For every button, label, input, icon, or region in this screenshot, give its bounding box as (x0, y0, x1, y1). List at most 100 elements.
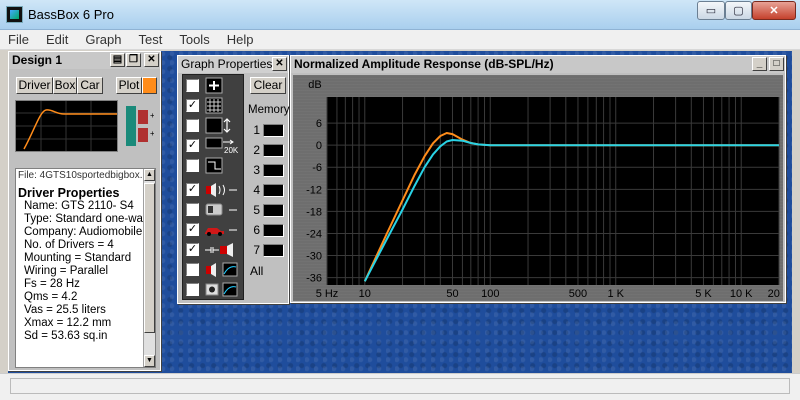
memory-slot-3[interactable] (263, 164, 284, 177)
y-tick-label: 6 (316, 118, 322, 130)
graph-options-panel: ✓ ✓ 20K ✓ ✓ ✓ (182, 74, 244, 300)
menu-graph[interactable]: Graph (85, 32, 121, 47)
minimize-button[interactable]: ▭ (697, 1, 725, 20)
minimize-icon[interactable]: _ (752, 57, 767, 71)
menu-file[interactable]: File (8, 32, 29, 47)
speaker-free-air-icon (206, 183, 237, 197)
menu-edit[interactable]: Edit (46, 32, 68, 47)
clear-button[interactable]: Clear (250, 77, 286, 94)
x-tick-label: 20 K (768, 288, 783, 300)
memory-slot-number: 4 (253, 183, 260, 197)
plot-color-swatch[interactable] (142, 77, 157, 94)
car-icon (205, 228, 237, 236)
maximize-button[interactable]: ▢ (725, 1, 752, 20)
close-icon[interactable]: ✕ (272, 57, 287, 71)
option-checkbox[interactable]: ✓ (186, 99, 199, 112)
menu-tools[interactable]: Tools (179, 32, 209, 47)
memory-slot-number: 6 (253, 223, 260, 237)
vertical-scale-icon (205, 117, 231, 134)
speaker-box-icon (205, 203, 237, 216)
option-checkbox[interactable]: ✓ (186, 139, 199, 152)
plot-button[interactable]: Plot (116, 77, 142, 94)
memory-slot-number: 7 (253, 243, 260, 257)
save-icon[interactable]: ▤ (110, 53, 125, 67)
plot-background (327, 97, 779, 285)
svg-text:+: + (150, 111, 154, 120)
props-line: No. of Drivers = 4 (24, 239, 114, 251)
y-tick-label: -12 (306, 184, 322, 196)
memory-slot-7[interactable] (263, 244, 284, 257)
close-icon[interactable]: ✕ (144, 53, 159, 67)
copy-icon[interactable]: ❐ (126, 53, 141, 67)
x-tick-label: 500 (569, 288, 587, 300)
car-button[interactable]: Car (77, 77, 103, 94)
props-line: Mounting = Standard (24, 252, 132, 264)
grid-icon (205, 97, 223, 114)
graph-properties-window: Graph Properties ✕ ✓ ✓ 20K ✓ ✓ ✓ Clear M… (177, 55, 290, 304)
y-tick-label: -30 (306, 251, 322, 263)
svg-text:+: + (150, 129, 154, 138)
x-tick-label: 5 K (695, 288, 712, 300)
memory-slot-number: 3 (253, 163, 260, 177)
speaker-graph-icon (206, 262, 238, 277)
memory-slot-number: 1 (253, 123, 260, 137)
props-line: Wiring = Parallel (24, 265, 109, 277)
props-line: Sd = 53.63 sq.in (24, 330, 108, 342)
memory-slot-1[interactable] (263, 124, 284, 137)
y-tick-label: -24 (306, 228, 322, 240)
memory-slot-4[interactable] (263, 184, 284, 197)
close-button[interactable]: ✕ (752, 1, 796, 20)
x-tick-label: 1 K (607, 288, 624, 300)
plot-area: dB 6 0 -6 -12 -18 -24 -30 -36 5 Hz 10 50 100 500 1 K 5 … (293, 75, 791, 301)
memory-all-button[interactable]: All (250, 264, 263, 278)
menu-help[interactable]: Help (227, 32, 254, 47)
option-checkbox[interactable] (186, 283, 199, 296)
amplitude-response-chart: dB 6 0 -6 -12 -18 -24 -30 -36 5 Hz 10 50 100 500 1 K 5 … (306, 79, 791, 300)
scroll-thumb[interactable] (144, 183, 155, 333)
x-tick-label: 50 (446, 288, 458, 300)
title-bar: BassBox 6 Pro ▭ ▢ ✕ (0, 0, 800, 30)
option-checkbox[interactable]: ✓ (186, 183, 199, 196)
cone-graph-icon (205, 282, 238, 297)
enclosure-icon[interactable]: + + (124, 102, 155, 150)
option-checkbox[interactable]: ✓ (186, 223, 199, 236)
mini-response-graph (15, 100, 118, 152)
driver-button[interactable]: Driver (16, 77, 53, 94)
option-checkbox[interactable] (186, 79, 199, 92)
option-checkbox[interactable] (186, 119, 199, 132)
props-line: Name: GTS 2110- S4 (24, 200, 134, 212)
design-window: Design 1 ▤ ❐ ✕ Driver Box Car Plot + + F… (8, 51, 161, 371)
svg-text:20K: 20K (224, 146, 239, 154)
props-heading: Driver Properties (18, 186, 120, 200)
option-checkbox[interactable]: ✓ (186, 243, 199, 256)
x-tick-label: 5 Hz (316, 288, 339, 300)
option-checkbox[interactable] (186, 263, 199, 276)
memory-slot-5[interactable] (263, 204, 284, 217)
memory-label: Memory (248, 104, 290, 116)
props-line: Xmax = 12.2 mm (24, 317, 112, 329)
props-line: Vas = 25.5 liters (24, 304, 106, 316)
maximize-icon[interactable]: □ (769, 57, 784, 71)
memory-slot-number: 5 (253, 203, 260, 217)
response-curve-icon (205, 157, 223, 174)
properties-scrollbar[interactable]: ▲ ▼ (143, 169, 155, 367)
x-tick-label: 10 (359, 288, 371, 300)
scroll-up-icon[interactable]: ▲ (144, 169, 155, 181)
memory-slot-6[interactable] (263, 224, 284, 237)
app-title: BassBox 6 Pro (28, 7, 114, 22)
memory-slot-2[interactable] (263, 144, 284, 157)
y-tick-label: -36 (306, 273, 322, 285)
menu-bar: File Edit Graph Test Tools Help (0, 30, 800, 50)
box-button[interactable]: Box (53, 77, 77, 94)
props-line: Fs = 28 Hz (24, 278, 80, 290)
status-bar (0, 373, 800, 400)
scroll-down-icon[interactable]: ▼ (144, 355, 155, 367)
props-line: Type: Standard one-way d (24, 213, 146, 225)
range-20k-icon: 20K (205, 137, 239, 154)
option-checkbox[interactable] (186, 203, 199, 216)
option-checkbox[interactable] (186, 159, 199, 172)
x-tick-label: 10 K (730, 288, 753, 300)
graph-window: Normalized Amplitude Response (dB-SPL/Hz… (290, 55, 791, 303)
x-tick-label: 100 (481, 288, 499, 300)
menu-test[interactable]: Test (139, 32, 163, 47)
